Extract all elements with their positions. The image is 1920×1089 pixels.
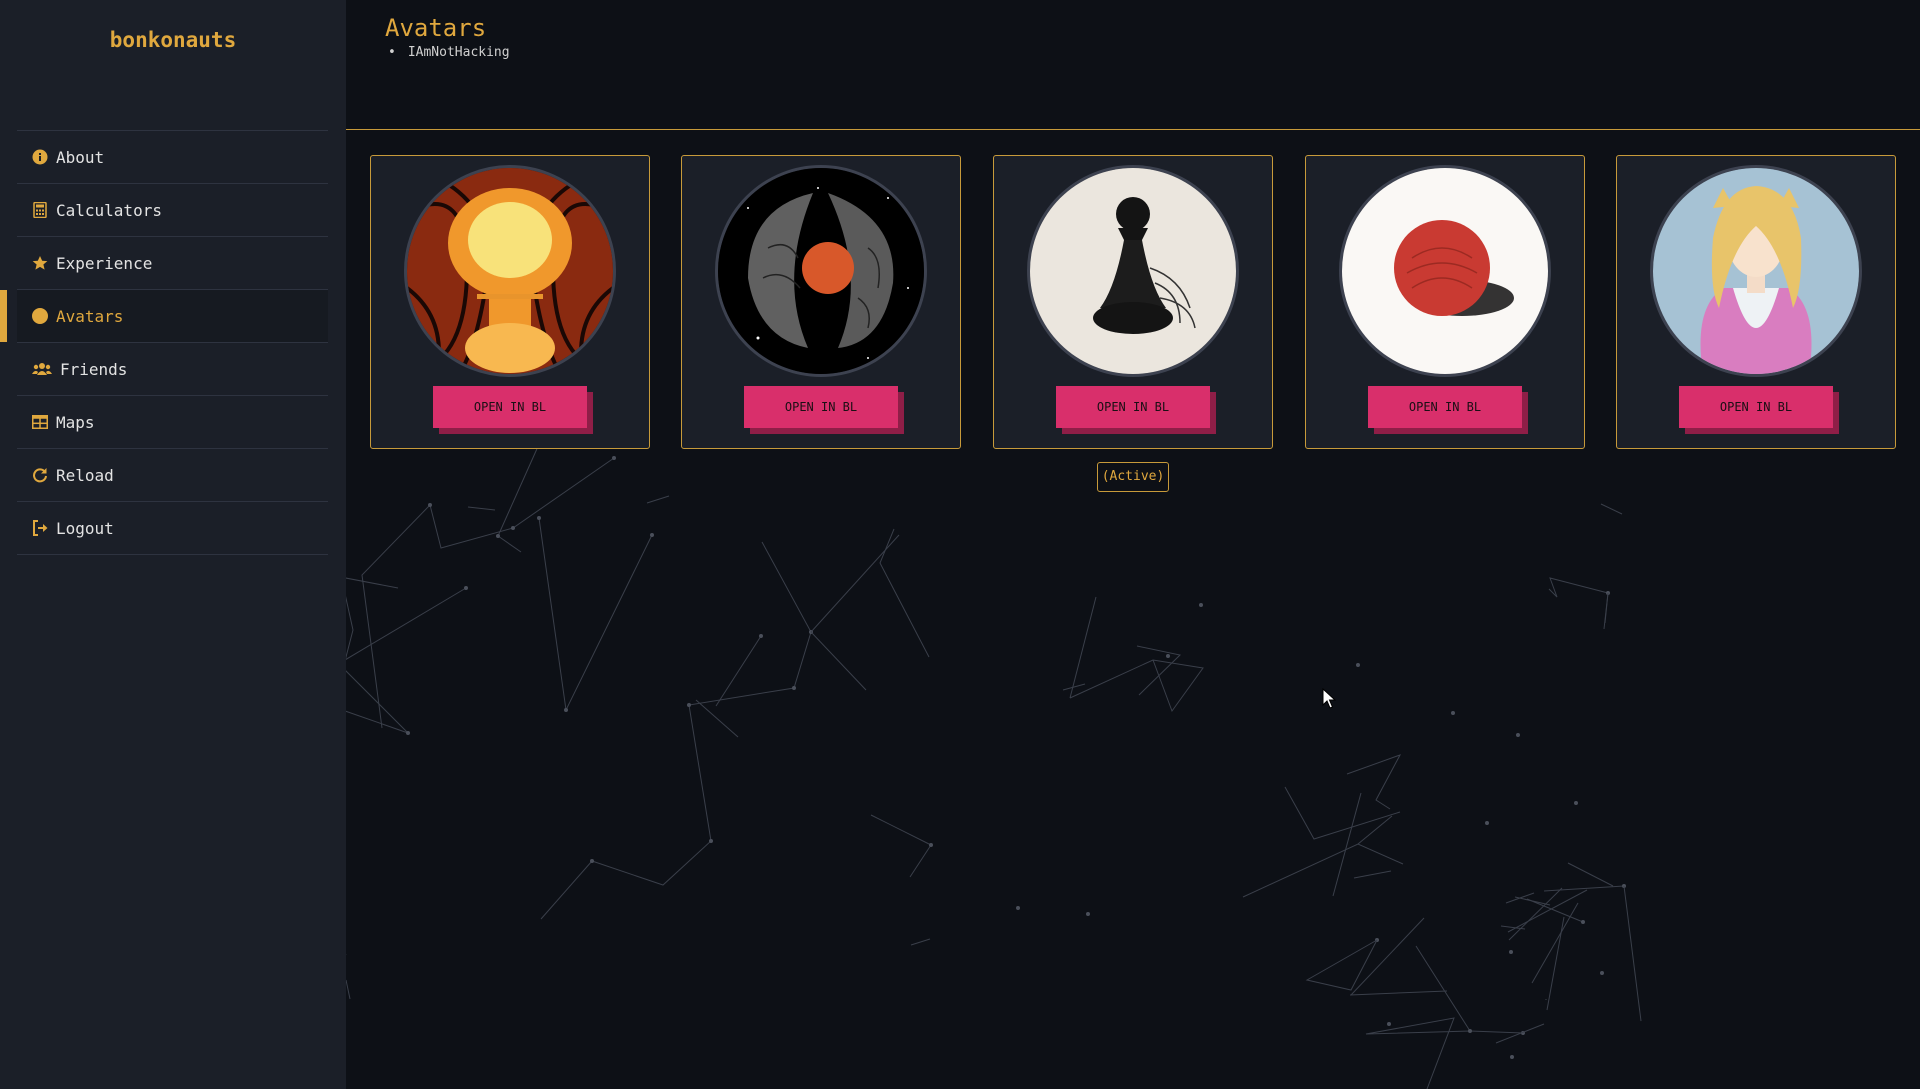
users-icon [32, 361, 52, 377]
sidebar-item-friends[interactable]: Friends [17, 342, 328, 395]
table-icon [32, 414, 48, 430]
sidebar-item-label: Logout [56, 518, 114, 538]
active-badge: (Active) [1097, 462, 1169, 492]
sidebar-item-avatars[interactable]: Avatars [0, 289, 328, 342]
info-icon [32, 149, 48, 165]
avatar-image[interactable] [715, 165, 927, 377]
sidebar-item-about[interactable]: About [17, 130, 328, 183]
sidebar-item-maps[interactable]: Maps [17, 395, 328, 448]
calculator-icon [32, 202, 48, 218]
sidebar: bonkonauts About Calculators Experience … [0, 0, 346, 1089]
open-in-bl-button[interactable]: OPEN IN BL [1368, 386, 1522, 428]
sidebar-item-logout[interactable]: Logout [17, 501, 328, 555]
sidebar-item-label: Calculators [56, 200, 162, 220]
avatar-card: OPEN IN BL [1305, 155, 1585, 449]
page-header: Avatars IAmNotHacking [346, 0, 1920, 130]
avatar-card: OPEN IN BL [370, 155, 650, 449]
avatar-image[interactable] [1650, 165, 1862, 377]
sidebar-item-label: Reload [56, 465, 114, 485]
sidebar-item-experience[interactable]: Experience [17, 236, 328, 289]
refresh-icon [32, 467, 48, 483]
sidebar-item-calculators[interactable]: Calculators [17, 183, 328, 236]
sidebar-item-label: Experience [56, 253, 153, 273]
avatar-image[interactable] [1339, 165, 1551, 377]
user-circle-icon [32, 308, 48, 324]
avatar-image[interactable] [1027, 165, 1239, 377]
avatar-card: OPEN IN BL [681, 155, 961, 449]
star-icon [32, 255, 48, 271]
logout-icon [32, 520, 48, 536]
user-list-item: IAmNotHacking [385, 45, 510, 60]
sidebar-item-reload[interactable]: Reload [17, 448, 328, 501]
sidebar-nav: About Calculators Experience Avatars Fri… [0, 130, 328, 555]
open-in-bl-button[interactable]: OPEN IN BL [433, 386, 587, 428]
user-list: IAmNotHacking [385, 45, 510, 60]
page-title: Avatars [385, 14, 487, 42]
sidebar-item-label: Maps [56, 412, 95, 432]
avatar-card: OPEN IN BL [1616, 155, 1896, 449]
mouse-cursor-icon [1322, 688, 1336, 709]
brand-title: bonkonauts [109, 28, 237, 52]
avatar-card-active: OPEN IN BL [993, 155, 1273, 449]
open-in-bl-button[interactable]: OPEN IN BL [1056, 386, 1210, 428]
open-in-bl-button[interactable]: OPEN IN BL [1679, 386, 1833, 428]
sidebar-item-label: About [56, 147, 105, 167]
sidebar-item-label: Friends [60, 359, 128, 379]
open-in-bl-button[interactable]: OPEN IN BL [744, 386, 898, 428]
avatar-image[interactable] [404, 165, 616, 377]
sidebar-item-label: Avatars [56, 306, 124, 326]
